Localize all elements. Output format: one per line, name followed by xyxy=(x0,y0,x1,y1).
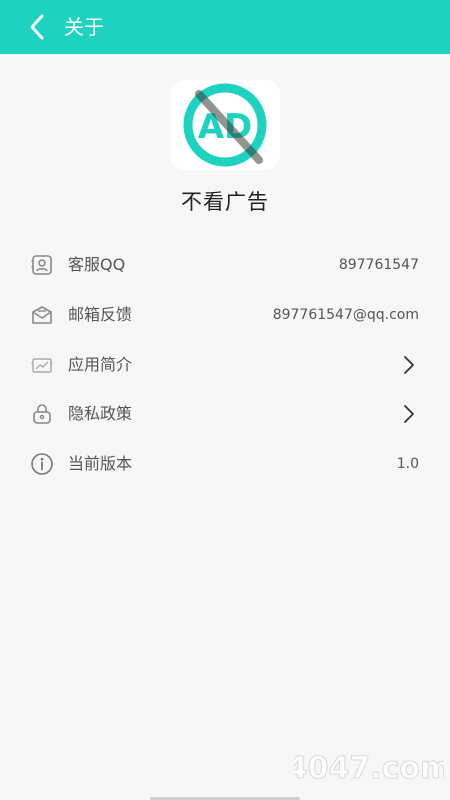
row-label: 当前版本 xyxy=(68,454,133,473)
row-app-intro[interactable]: 应用简介 xyxy=(0,345,450,385)
email-value: 897761547@qq.com xyxy=(272,307,419,323)
chevron-left-icon xyxy=(30,14,44,40)
row-privacy-policy[interactable]: 隐私政策 xyxy=(0,394,450,434)
row-current-version: 当前版本 1.0 xyxy=(0,444,450,484)
chevron-right-icon xyxy=(404,356,414,374)
row-customer-service-qq[interactable]: 客服QQ 897761547 xyxy=(0,245,450,285)
info-icon xyxy=(31,453,53,475)
page-title: 关于 xyxy=(64,15,104,39)
site-watermark: 4047.com xyxy=(294,751,444,787)
qq-number-value: 897761547 xyxy=(338,257,419,273)
watermark-text: 4047.com xyxy=(294,751,444,786)
no-ads-icon: AD xyxy=(183,83,267,167)
chevron-right-icon xyxy=(404,405,414,423)
back-button[interactable] xyxy=(22,12,52,42)
row-email-feedback[interactable]: 邮箱反馈 897761547@qq.com xyxy=(0,295,450,335)
top-bar: 关于 xyxy=(0,0,450,54)
row-label: 隐私政策 xyxy=(68,404,133,423)
app-logo: AD xyxy=(170,80,280,170)
contact-card-icon xyxy=(31,255,52,275)
app-intro-icon xyxy=(31,358,53,373)
version-value: 1.0 xyxy=(396,456,419,472)
row-label: 邮箱反馈 xyxy=(68,305,133,324)
privacy-lock-icon xyxy=(33,404,51,424)
row-label: 应用简介 xyxy=(68,355,133,374)
app-name: 不看广告 xyxy=(181,190,269,214)
row-label: 客服QQ xyxy=(68,255,126,274)
mail-icon xyxy=(32,306,52,324)
